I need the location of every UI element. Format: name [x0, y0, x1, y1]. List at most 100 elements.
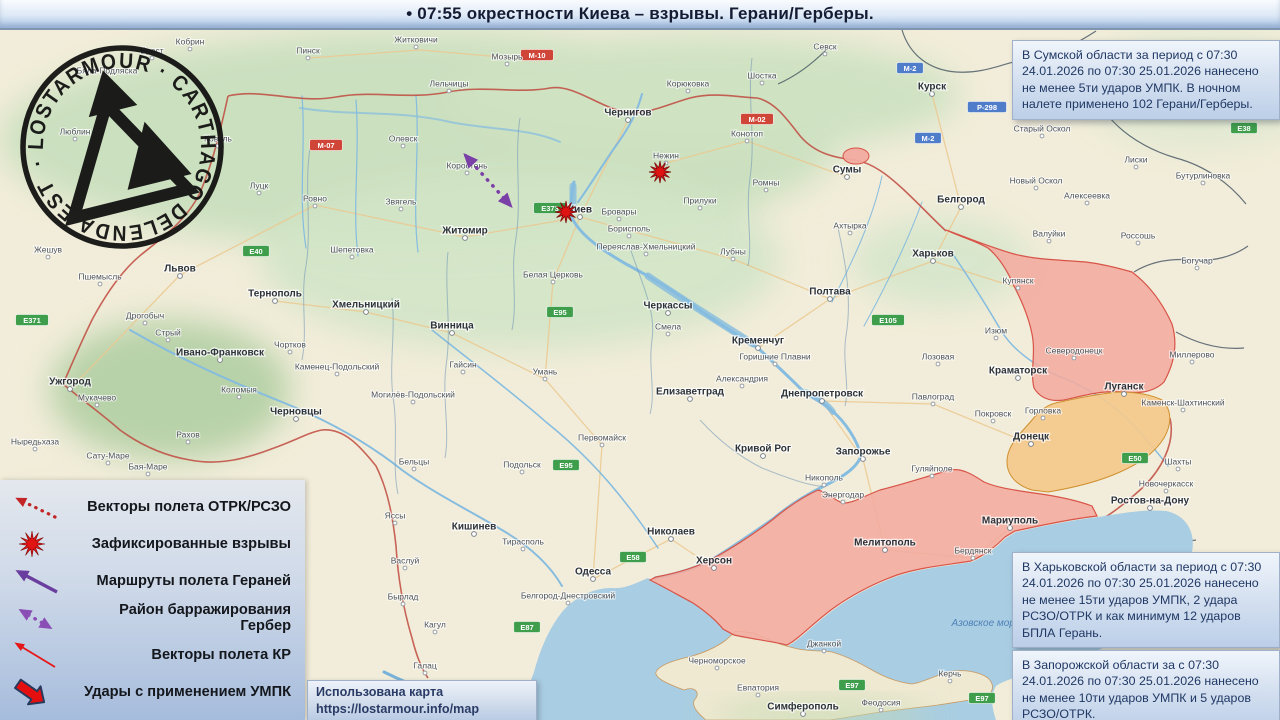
azov-sea-label: Азовское море: [951, 618, 1021, 629]
city-label: Новочеркасск: [1139, 479, 1194, 489]
city-dot: [414, 45, 418, 49]
city-label: Белгород-Днестровский: [521, 591, 616, 601]
city-dot: [393, 521, 397, 525]
city-dot: [1201, 181, 1205, 185]
city-dot: [401, 144, 405, 148]
city-dot: [823, 52, 827, 56]
city-dot: [95, 403, 99, 407]
city-label: Феодосия: [861, 698, 900, 708]
city-label: Ужгород: [49, 377, 91, 388]
city-dot: [543, 377, 547, 381]
city-dot: [33, 447, 37, 451]
road-badge-label: Е371: [23, 316, 41, 325]
attribution-text: Использована карта: [316, 684, 528, 701]
city-label: Яссы: [385, 511, 406, 521]
city-label: Винница: [430, 321, 474, 332]
city-label: Прилуки: [683, 196, 717, 206]
city-dot: [1040, 134, 1044, 138]
city-label: Ахтырка: [833, 221, 866, 231]
city-dot: [1072, 356, 1076, 360]
city-dot: [411, 400, 415, 404]
city-label: Горловка: [1025, 406, 1061, 416]
city-label: Новый Оскол: [1010, 176, 1063, 186]
city-dot: [186, 440, 190, 444]
info-box-zaporizhzhia: В Запорожской области за с 07:30 24.01.2…: [1012, 650, 1280, 720]
city-dot: [166, 338, 170, 342]
city-label: Пшемысль: [78, 272, 122, 282]
city-label: Тернополь: [248, 289, 302, 300]
title-bar: • 07:55 окрестности Киева – взрывы. Гера…: [0, 0, 1280, 30]
city-dot: [1176, 467, 1180, 471]
legend-label: Удары с применением УМПК: [70, 684, 305, 700]
road-badge-label: Е95: [559, 461, 572, 470]
city-label: Борисполь: [608, 224, 651, 234]
city-label: Никополь: [805, 473, 844, 483]
city-label: Валуйки: [1033, 229, 1066, 239]
city-dot: [1085, 201, 1089, 205]
kr-vector-icon: [0, 638, 70, 672]
city-label: Переяслав-Хмельницкий: [596, 242, 695, 252]
city-dot: [991, 419, 995, 423]
road-badge-label: Е105: [879, 316, 897, 325]
city-label: Херсон: [696, 556, 732, 567]
city-label: Изюм: [985, 326, 1007, 336]
city-dot: [1047, 239, 1051, 243]
legend-label: Район барражирования Гербер: [70, 602, 305, 634]
city-dot: [335, 372, 339, 376]
city-dot: [600, 443, 604, 447]
city-label: Стрый: [155, 328, 181, 338]
city-dot: [143, 321, 147, 325]
city-label: Кишинев: [452, 522, 496, 533]
city-dot: [948, 679, 952, 683]
city-dot: [521, 547, 525, 551]
city-label: Бутурлиновка: [1176, 171, 1231, 181]
city-label: Каменск-Шахтинский: [1141, 398, 1224, 408]
city-label: Одесса: [575, 567, 612, 578]
city-dot: [740, 384, 744, 388]
road-badge-label: Е40: [249, 247, 262, 256]
city-dot: [505, 62, 509, 66]
road-badge-label: Р-298: [977, 103, 997, 112]
city-label: Шепетовка: [330, 245, 374, 255]
city-label: Россошь: [1121, 231, 1156, 241]
city-label: Мозырь: [492, 52, 524, 62]
city-dot: [731, 257, 735, 261]
city-dot: [879, 708, 883, 712]
city-label: Подольск: [503, 460, 541, 470]
city-label: Мукачево: [78, 393, 116, 403]
city-dot: [715, 666, 719, 670]
city-label: Могилёв-Подольский: [371, 390, 455, 400]
attribution-box: Использована карта https://lostarmour.in…: [307, 680, 537, 720]
city-label: Бая-Маре: [128, 462, 167, 472]
city-label: Бровары: [601, 207, 636, 217]
road-badge-label: Е38: [1237, 124, 1250, 133]
city-label: Энергодар: [822, 490, 864, 500]
city-label: Евпатория: [737, 683, 779, 693]
city-label: Севск: [813, 42, 837, 52]
road-badge-label: М-07: [317, 141, 334, 150]
legend-item-gerber-loiter: Район барражирования Гербер: [0, 599, 305, 636]
city-label: Шостка: [747, 71, 777, 81]
road-badge-label: М-2: [922, 134, 935, 143]
road-badge-label: М-10: [528, 51, 545, 60]
city-label: Бырлад: [388, 592, 419, 602]
legend-item-otrk-vectors: Векторы полета ОТРК/РСЗО: [0, 488, 305, 525]
city-label: Алексеевка: [1064, 191, 1110, 201]
city-label: Чернигов: [604, 108, 651, 119]
city-label: Кременчуг: [732, 336, 784, 347]
road-badge-label: М-2: [904, 64, 917, 73]
city-dot: [617, 217, 621, 221]
city-dot: [401, 602, 405, 606]
city-label: Ромны: [753, 178, 780, 188]
city-label: Галац: [413, 661, 437, 671]
city-label: Нежин: [653, 151, 679, 161]
city-dot: [520, 470, 524, 474]
city-label: Симферополь: [767, 701, 838, 713]
attribution-link[interactable]: https://lostarmour.info/map: [316, 701, 528, 718]
city-label: Луцк: [250, 181, 269, 191]
legend-label: Зафиксированные взрывы: [70, 536, 305, 552]
city-dot: [848, 231, 852, 235]
city-label: Умань: [533, 367, 558, 377]
city-label: Бельцы: [399, 457, 429, 467]
city-label: Черновцы: [270, 407, 322, 418]
